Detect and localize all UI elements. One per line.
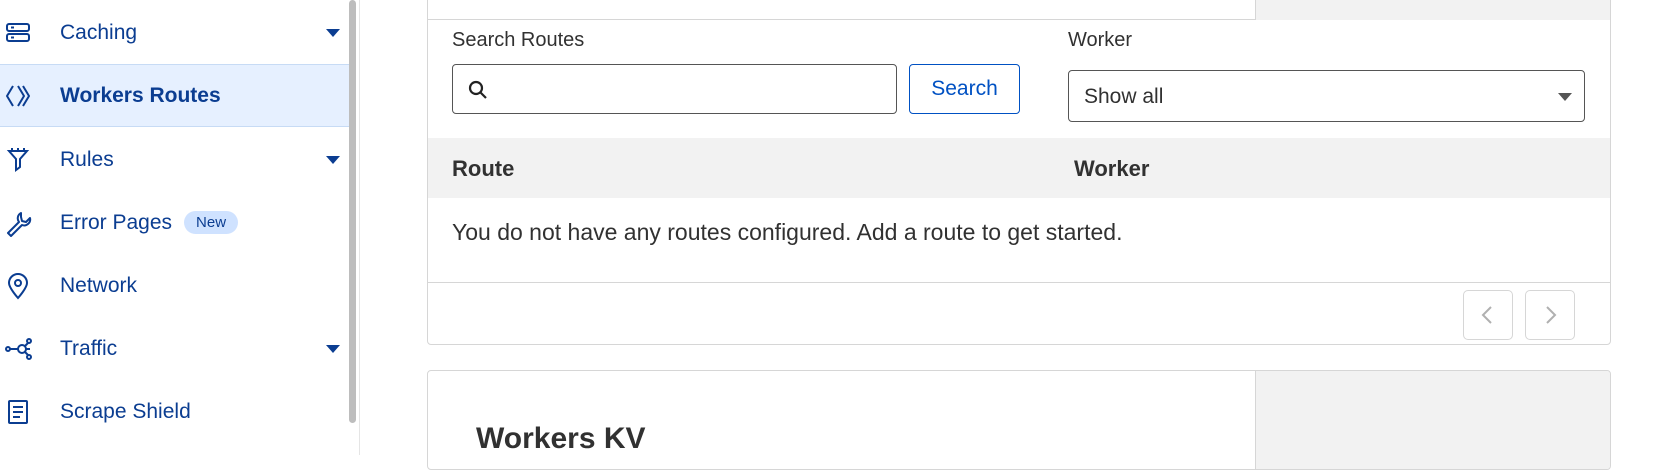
- sidebar-item-label: Traffic: [60, 336, 118, 360]
- sidebar-item-label: Workers Routes: [60, 83, 221, 107]
- card-side-panel: [1255, 371, 1610, 469]
- wrench-icon: [4, 209, 32, 237]
- sidebar-item-label: Caching: [60, 20, 138, 44]
- search-routes-label: Search Routes: [452, 29, 585, 51]
- chevron-right-icon: [1546, 306, 1557, 324]
- next-page-button[interactable]: [1525, 290, 1575, 340]
- divider: [428, 282, 1610, 283]
- sidebar-item-rules[interactable]: Rules: [0, 128, 350, 191]
- chevron-down-icon: [1558, 93, 1572, 101]
- rules-icon: [4, 146, 32, 174]
- new-badge: New: [184, 211, 239, 235]
- caching-icon: [4, 19, 32, 47]
- location-pin-icon: [4, 272, 32, 300]
- column-header-worker: Worker: [1074, 156, 1150, 181]
- chevron-left-icon: [1481, 306, 1492, 324]
- sidebar-item-caching[interactable]: Caching: [0, 1, 350, 64]
- worker-select[interactable]: Show all: [1068, 70, 1585, 122]
- sidebar: Caching Workers Routes Rules Error Pages…: [0, 0, 360, 455]
- sidebar-item-label: Network: [60, 273, 138, 297]
- search-button[interactable]: Search: [909, 64, 1020, 114]
- search-routes-field[interactable]: [452, 64, 897, 114]
- workers-kv-title: Workers KV: [476, 422, 646, 455]
- sidebar-item-scrape-shield[interactable]: Scrape Shield: [0, 380, 350, 443]
- traffic-icon: [4, 335, 32, 363]
- sidebar-scrollbar[interactable]: [349, 0, 356, 423]
- routes-card: Search Routes Search Worker Show all Rou…: [427, 0, 1611, 345]
- worker-select-value: Show all: [1084, 85, 1164, 108]
- workers-kv-card: Workers KV: [427, 370, 1611, 470]
- sidebar-item-error-pages[interactable]: Error Pages New: [0, 191, 350, 254]
- sidebar-item-label: Rules: [60, 147, 114, 171]
- error-pages-text: Error Pages: [60, 210, 173, 234]
- chevron-down-icon[interactable]: [326, 28, 340, 37]
- document-icon: [4, 398, 32, 426]
- sidebar-item-workers-routes[interactable]: Workers Routes: [0, 64, 350, 127]
- card-side-panel: [1255, 0, 1610, 20]
- sidebar-item-label: Scrape Shield: [60, 399, 191, 423]
- previous-page-button[interactable]: [1463, 290, 1513, 340]
- sidebar-item-network[interactable]: Network: [0, 254, 350, 317]
- search-icon: [467, 79, 489, 101]
- column-header-route: Route: [452, 156, 515, 181]
- routes-table-header: Route Worker: [428, 138, 1610, 198]
- empty-state-message: You do not have any routes configured. A…: [452, 219, 1123, 245]
- worker-label: Worker: [1068, 29, 1133, 51]
- sidebar-item-label: Error Pages New: [60, 210, 239, 235]
- chevron-down-icon[interactable]: [326, 344, 340, 353]
- workers-routes-icon: [4, 82, 32, 110]
- search-routes-input[interactable]: [497, 71, 887, 107]
- chevron-down-icon[interactable]: [326, 155, 340, 164]
- card-header-strip: [428, 0, 1610, 20]
- sidebar-item-traffic[interactable]: Traffic: [0, 317, 350, 380]
